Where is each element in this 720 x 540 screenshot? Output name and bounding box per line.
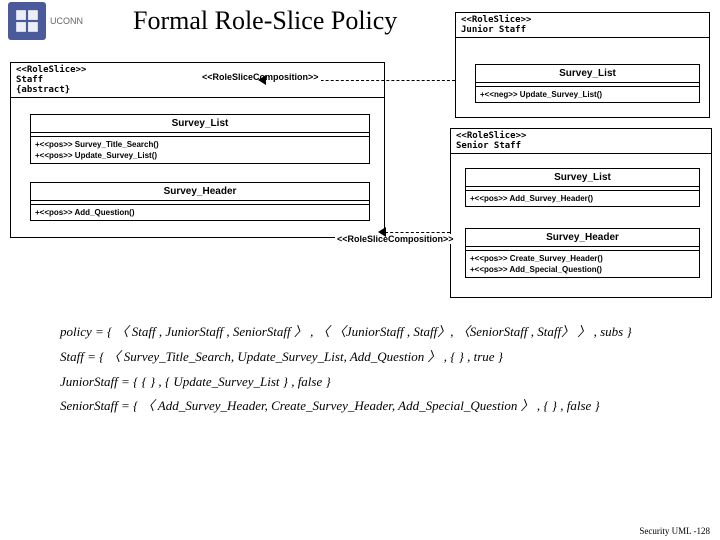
uml-diagram: <<RoleSlice>> Junior Staff Survey_List +… [0,42,720,312]
composition-label: <<RoleSliceComposition>> [335,234,456,244]
arrow-icon [378,227,386,237]
role-name: Senior Staff [456,141,706,151]
brand-label: UCONN [50,16,83,26]
formula-junior: JuniorStaff = { { } , { Update_Survey_Li… [60,372,660,393]
arrow-icon [258,75,266,85]
stereotype: <<RoleSlice>> [461,15,704,25]
op: +<<pos>> Add_Survey_Header() [466,191,699,206]
class-name: Survey_List [476,65,699,83]
composition-line-bottom [385,232,450,233]
page-title: Formal Role-Slice Policy [133,6,397,36]
class-name: Survey_Header [31,183,369,201]
class-junior-survey-list: Survey_List +<<neg>> Update_Survey_List(… [475,64,700,103]
class-staff-survey-list: Survey_List +<<pos>> Survey_Title_Search… [30,114,370,164]
op: +<<pos>> Create_Survey_Header() [470,253,695,264]
class-senior-survey-list: Survey_List +<<pos>> Add_Survey_Header() [465,168,700,207]
stereotype: <<RoleSlice>> [16,65,379,75]
class-name: Survey_Header [466,229,699,247]
class-name: Survey_List [31,115,369,133]
op: +<<pos>> Update_Survey_List() [35,150,365,161]
footer-label: Security UML -128 [639,526,710,536]
formula-block: policy = { 〈 Staff , JuniorStaff , Senio… [0,312,720,427]
formula-staff: Staff = { 〈 Survey_Title_Search, Update_… [60,347,660,368]
op: +<<pos>> Survey_Title_Search() [35,139,365,150]
op: +<<pos>> Add_Question() [31,205,369,220]
class-staff-survey-header: Survey_Header +<<pos>> Add_Question() [30,182,370,221]
stereotype: <<RoleSlice>> [456,131,706,141]
formula-policy: policy = { 〈 Staff , JuniorStaff , Senio… [60,322,660,343]
class-ops: +<<neg>> Update_Survey_List() [476,87,699,102]
role-modifier: {abstract} [16,85,379,95]
uconn-logo [8,2,46,40]
role-name: Junior Staff [461,25,704,35]
op: +<<pos>> Add_Special_Question() [470,264,695,275]
formula-senior: SeniorStaff = { 〈 Add_Survey_Header, Cre… [60,396,660,417]
class-name: Survey_List [466,169,699,187]
class-senior-survey-header: Survey_Header +<<pos>> Create_Survey_Hea… [465,228,700,278]
